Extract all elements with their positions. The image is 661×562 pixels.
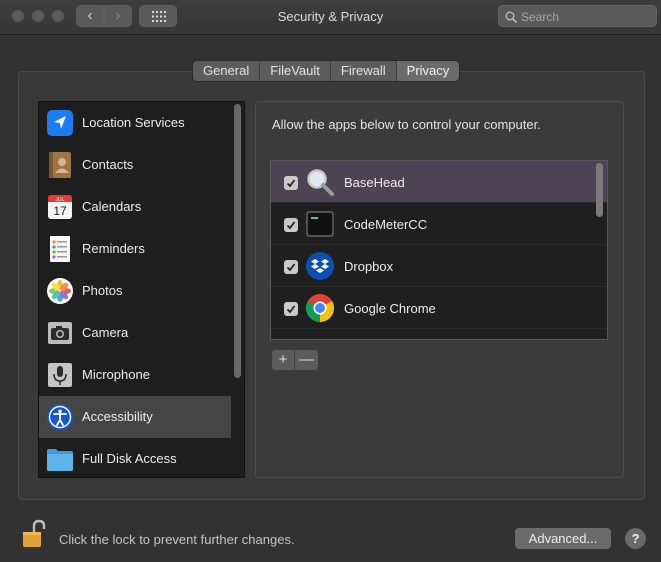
folder-icon xyxy=(47,449,73,471)
app-row-basehead[interactable]: BaseHead xyxy=(271,161,607,203)
sidebar-item-camera[interactable]: Camera xyxy=(39,312,231,354)
sidebar-item-label: Photos xyxy=(82,283,123,298)
checkmark-icon xyxy=(286,179,296,188)
app-label: Google Chrome xyxy=(344,301,436,316)
sidebar-item-label: Location Services xyxy=(82,115,185,130)
sidebar-item-microphone[interactable]: Microphone xyxy=(39,354,231,396)
sidebar-item-accessibility[interactable]: Accessibility xyxy=(39,396,231,438)
checkmark-icon xyxy=(286,263,296,272)
app-label: Dropbox xyxy=(344,259,394,274)
accessibility-icon xyxy=(47,404,73,430)
sidebar-item-label: Camera xyxy=(82,325,129,340)
sidebar-item-calendars[interactable]: JUL 17 Calendars xyxy=(39,186,231,228)
sidebar-item-full-disk-access[interactable]: Full Disk Access xyxy=(39,438,231,477)
app-checkbox[interactable] xyxy=(284,218,298,232)
app-list[interactable]: BaseHead CodeMeterCC Dropbox Google Chro… xyxy=(270,160,608,340)
tab-firewall[interactable]: Firewall xyxy=(330,61,397,81)
app-label: CodeMeterCC xyxy=(344,217,428,232)
tab-filevault[interactable]: FileVault xyxy=(260,61,331,81)
help-button[interactable]: ? xyxy=(625,528,646,549)
tab-privacy[interactable]: Privacy xyxy=(396,61,460,81)
app-list-scrollbar[interactable] xyxy=(596,163,603,217)
calendar-day-text: 17 xyxy=(53,204,67,218)
sidebar-item-label: Full Disk Access xyxy=(82,451,177,466)
remove-app-button[interactable]: — xyxy=(295,350,318,370)
app-checkbox[interactable] xyxy=(284,176,298,190)
tab-general[interactable]: General xyxy=(193,61,261,81)
sidebar-item-contacts[interactable]: Contacts xyxy=(39,144,231,186)
magnifier-icon xyxy=(307,169,334,196)
sidebar-scrollbar[interactable] xyxy=(234,104,241,378)
calendar-month-text: JUL xyxy=(56,197,65,203)
app-row-dropbox[interactable]: Dropbox xyxy=(271,245,607,287)
privacy-category-list[interactable]: Location Services Contacts JUL 17 Calend… xyxy=(38,101,245,478)
microphone-icon xyxy=(48,363,72,387)
sidebar-item-label: Accessibility xyxy=(82,409,153,424)
app-checkbox[interactable] xyxy=(284,302,298,316)
contacts-book-icon xyxy=(49,152,71,178)
checkmark-icon xyxy=(286,305,296,314)
add-app-button[interactable]: + xyxy=(272,350,295,370)
search-input[interactable] xyxy=(521,8,651,25)
calendar-icon: JUL 17 xyxy=(48,195,72,219)
lock-open-icon[interactable] xyxy=(22,519,46,549)
dropbox-icon xyxy=(306,252,334,280)
app-checkbox[interactable] xyxy=(284,260,298,274)
photos-flower-icon xyxy=(47,278,73,304)
sidebar-item-reminders[interactable]: Reminders xyxy=(39,228,231,270)
chrome-icon xyxy=(306,294,334,322)
search-icon xyxy=(505,11,517,23)
app-row-google-chrome[interactable]: Google Chrome xyxy=(271,287,607,329)
sidebar-item-photos[interactable]: Photos xyxy=(39,270,231,312)
search-field[interactable] xyxy=(498,5,657,27)
checkmark-icon xyxy=(286,221,296,230)
camera-icon xyxy=(48,322,72,344)
tab-bar: General FileVault Firewall Privacy xyxy=(193,61,460,81)
app-row-codemetercc[interactable]: CodeMeterCC xyxy=(271,203,607,245)
sidebar-item-label: Calendars xyxy=(82,199,142,214)
advanced-button[interactable]: Advanced... xyxy=(515,528,611,549)
add-remove-controls: + — xyxy=(272,350,318,370)
reminders-list-icon xyxy=(50,236,70,262)
location-arrow-icon xyxy=(47,110,73,136)
instruction-text: Allow the apps below to control your com… xyxy=(272,117,541,132)
sidebar-item-location-services[interactable]: Location Services xyxy=(39,102,231,144)
title-bar: ‹ › Security & Privacy xyxy=(0,0,661,35)
app-row-partial[interactable] xyxy=(271,329,607,339)
terminal-icon xyxy=(306,211,334,237)
sidebar-item-label: Microphone xyxy=(82,367,150,382)
lock-status-text: Click the lock to prevent further change… xyxy=(59,532,295,547)
sidebar-item-label: Contacts xyxy=(82,157,134,172)
app-label: BaseHead xyxy=(344,175,405,190)
sidebar-item-label: Reminders xyxy=(82,241,145,256)
